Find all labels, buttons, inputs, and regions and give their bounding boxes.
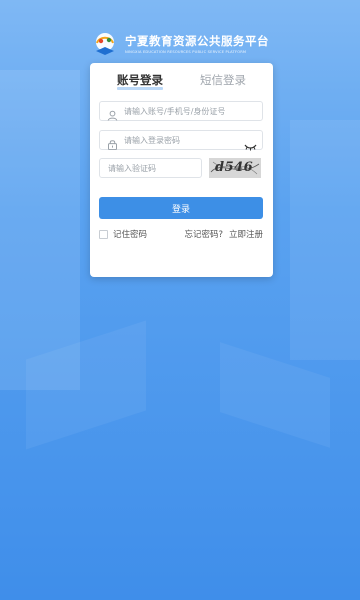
forgot-password-link[interactable]: 忘记密码?: [184, 228, 223, 240]
captcha-field: [99, 158, 202, 178]
background-shape: [0, 70, 80, 390]
login-options: 记住密码 忘记密码? 立即注册: [99, 228, 263, 242]
background-shape: [220, 342, 330, 448]
remember-label: 记住密码: [113, 230, 148, 240]
tab-account-login[interactable]: 账号登录: [117, 71, 163, 90]
user-icon: [107, 106, 118, 121]
background-shape: [26, 320, 146, 450]
tab-sms-login[interactable]: 短信登录: [200, 71, 246, 89]
brand-subtitle: NINGXIA EDUCATION RESOURCES PUBLIC SERVI…: [125, 49, 247, 54]
remember-checkbox[interactable]: [99, 229, 108, 239]
brand-block: 宁夏教育资源公共服务平台 NINGXIA EDUCATION RESOURCES…: [125, 34, 269, 55]
remember-password[interactable]: 记住密码: [99, 228, 147, 240]
app-header: 宁夏教育资源公共服务平台 NINGXIA EDUCATION RESOURCES…: [0, 30, 360, 58]
account-field: [99, 101, 263, 121]
captcha-image[interactable]: d546: [209, 158, 261, 178]
login-button[interactable]: 登录: [99, 197, 263, 219]
login-tabs: 账号登录 短信登录: [90, 71, 273, 93]
brand-title: 宁夏教育资源公共服务平台: [125, 33, 269, 48]
eye-closed-icon[interactable]: [244, 136, 257, 151]
account-input[interactable]: [124, 102, 244, 120]
account-links: 忘记密码? 立即注册: [184, 228, 263, 240]
lock-icon: [107, 135, 118, 151]
captcha-input[interactable]: [108, 159, 196, 177]
platform-logo-icon: [91, 30, 119, 58]
register-link[interactable]: 立即注册: [229, 228, 263, 240]
login-card: 账号登录 短信登录 请输入账号/手机号/身份证号 请输入验证码 d546 登录 …: [90, 63, 273, 277]
background-shape: [290, 120, 360, 360]
captcha-text: d546: [215, 160, 254, 175]
password-input[interactable]: [124, 131, 244, 149]
password-field: [99, 130, 263, 151]
